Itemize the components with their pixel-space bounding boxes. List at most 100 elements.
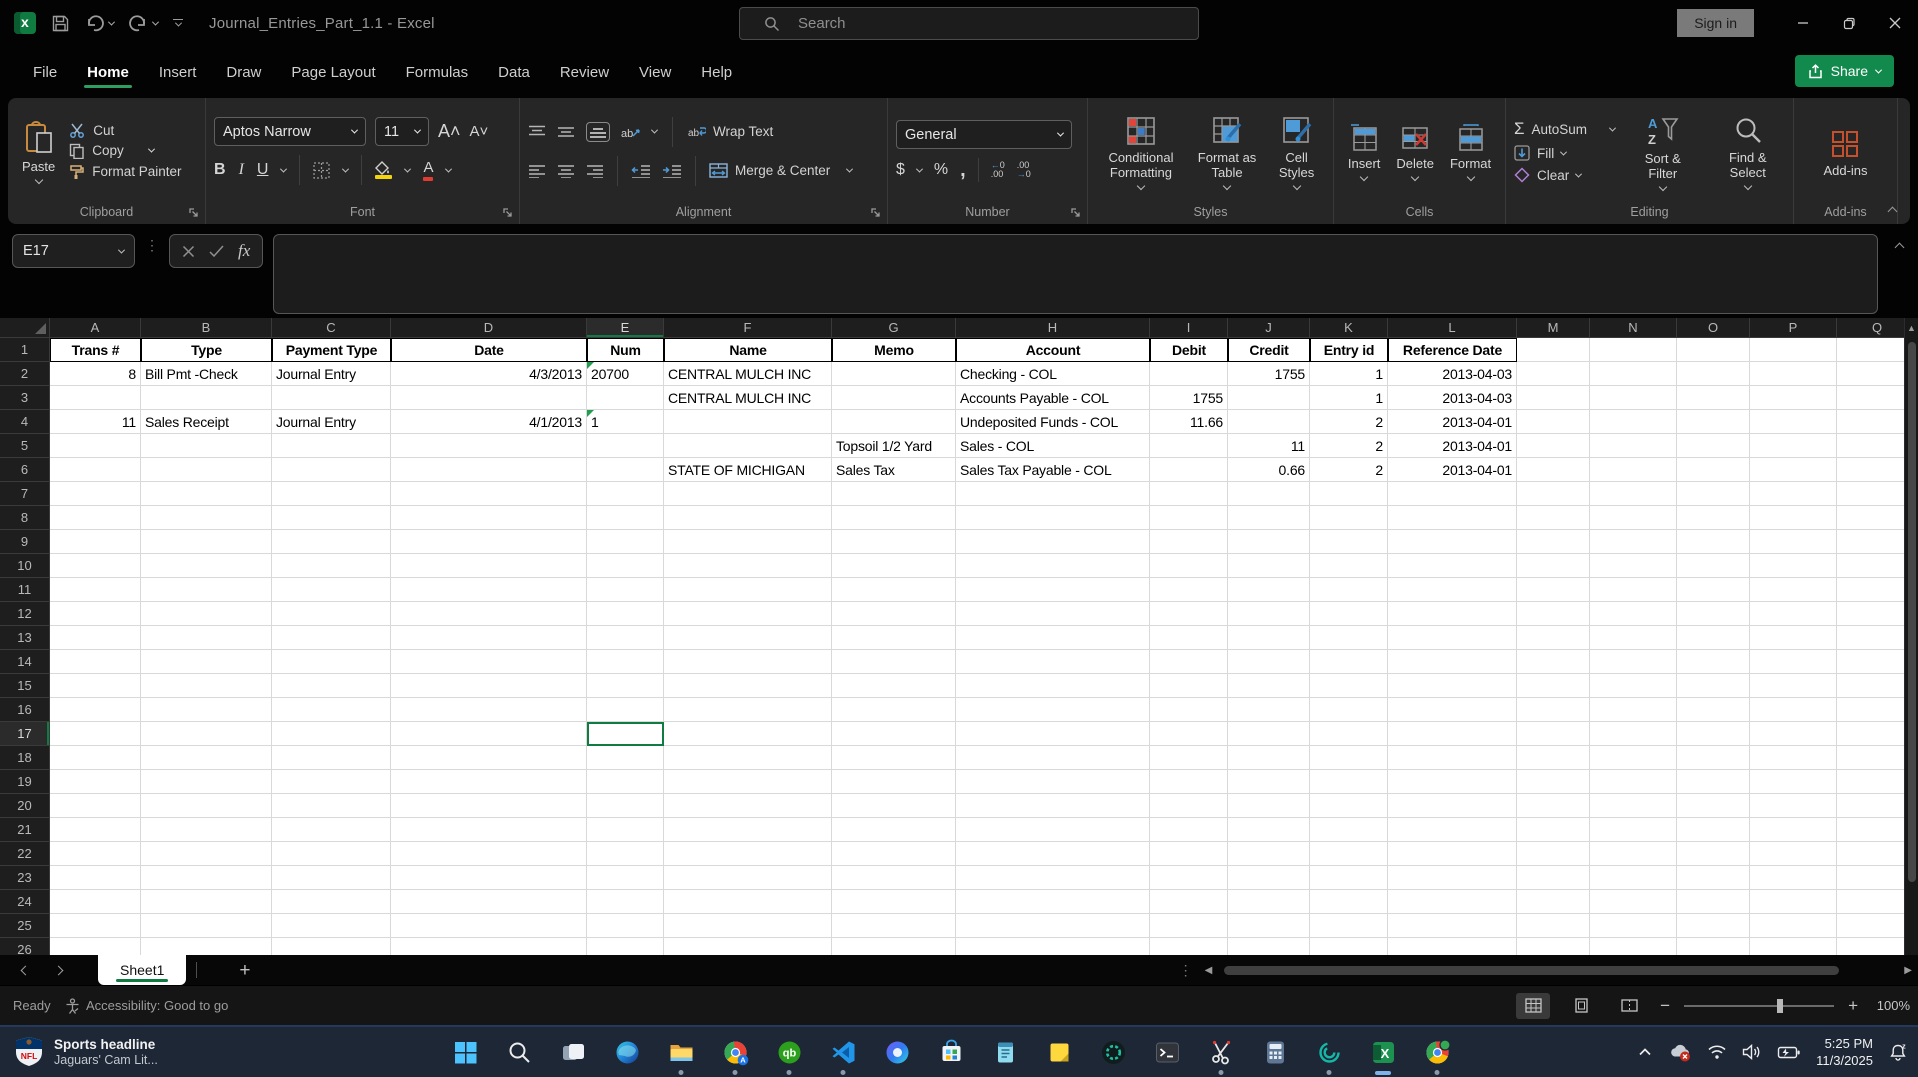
cell-C25[interactable]	[272, 914, 391, 938]
cell-C12[interactable]	[272, 602, 391, 626]
cell-L5[interactable]: 2013-04-01	[1388, 434, 1517, 458]
cancel-icon[interactable]	[182, 245, 195, 258]
cell-P21[interactable]	[1750, 818, 1837, 842]
cell-G15[interactable]	[832, 674, 956, 698]
cell-J11[interactable]	[1228, 578, 1310, 602]
align-middle-icon[interactable]	[557, 125, 575, 139]
cell-H13[interactable]	[956, 626, 1150, 650]
cell-C23[interactable]	[272, 866, 391, 890]
cell-B9[interactable]	[141, 530, 272, 554]
cell-I9[interactable]	[1150, 530, 1228, 554]
cell-N2[interactable]	[1590, 362, 1677, 386]
underline-icon[interactable]: U	[257, 161, 269, 179]
column-header-H[interactable]: H	[956, 318, 1150, 338]
taskbar-icon-copilot[interactable]	[870, 1027, 924, 1077]
cell-H18[interactable]	[956, 746, 1150, 770]
cell-P15[interactable]	[1750, 674, 1837, 698]
zoom-level[interactable]: 100%	[1872, 998, 1910, 1013]
cell-N4[interactable]	[1590, 410, 1677, 434]
cell-G19[interactable]	[832, 770, 956, 794]
cell-B18[interactable]	[141, 746, 272, 770]
taskbar-icon-quickbooks[interactable]: qb	[762, 1027, 816, 1077]
conditional-formatting-button[interactable]: Conditional Formatting	[1096, 110, 1186, 193]
cell-J15[interactable]	[1228, 674, 1310, 698]
font-dialog-launcher-icon[interactable]	[502, 207, 513, 218]
cell-A14[interactable]	[50, 650, 141, 674]
cell-I8[interactable]	[1150, 506, 1228, 530]
cell-J12[interactable]	[1228, 602, 1310, 626]
cell-H26[interactable]	[956, 938, 1150, 955]
cell-N22[interactable]	[1590, 842, 1677, 866]
previous-sheet-icon[interactable]	[21, 965, 31, 975]
cell-D21[interactable]	[391, 818, 587, 842]
cell-N3[interactable]	[1590, 386, 1677, 410]
decrease-decimal-icon[interactable]: .00→0	[1017, 161, 1031, 179]
cell-B12[interactable]	[141, 602, 272, 626]
cell-C3[interactable]	[272, 386, 391, 410]
cell-F6[interactable]: STATE OF MICHIGAN	[664, 458, 832, 482]
cell-D17[interactable]	[391, 722, 587, 746]
cell-O22[interactable]	[1677, 842, 1750, 866]
cell-G14[interactable]	[832, 650, 956, 674]
cell-C4[interactable]: Journal Entry	[272, 410, 391, 434]
collapse-formula-bar-chevron-icon[interactable]	[1894, 243, 1904, 253]
cell-N8[interactable]	[1590, 506, 1677, 530]
cell-P6[interactable]	[1750, 458, 1837, 482]
cell-H9[interactable]	[956, 530, 1150, 554]
column-header-O[interactable]: O	[1677, 318, 1750, 338]
cell-A25[interactable]	[50, 914, 141, 938]
cell-L24[interactable]	[1388, 890, 1517, 914]
cell-M2[interactable]	[1517, 362, 1590, 386]
cell-E20[interactable]	[587, 794, 664, 818]
cell-I10[interactable]	[1150, 554, 1228, 578]
cell-G5[interactable]: Topsoil 1/2 Yard	[832, 434, 956, 458]
cell-C7[interactable]	[272, 482, 391, 506]
cell-H14[interactable]	[956, 650, 1150, 674]
notifications-bell-icon[interactable]: z	[1888, 1042, 1908, 1062]
row-header-12[interactable]: 12	[0, 602, 50, 626]
cell-D26[interactable]	[391, 938, 587, 955]
taskbar-icon-search[interactable]	[492, 1027, 546, 1077]
volume-icon[interactable]	[1742, 1044, 1762, 1060]
cell-G24[interactable]	[832, 890, 956, 914]
cell-N9[interactable]	[1590, 530, 1677, 554]
cell-I2[interactable]	[1150, 362, 1228, 386]
cell-L17[interactable]	[1388, 722, 1517, 746]
cell-J18[interactable]	[1228, 746, 1310, 770]
cell-E5[interactable]	[587, 434, 664, 458]
cell-M26[interactable]	[1517, 938, 1590, 955]
taskbar-icon-calculator[interactable]	[1248, 1027, 1302, 1077]
taskbar-icon-swirl-app[interactable]	[1302, 1027, 1356, 1077]
cell-O10[interactable]	[1677, 554, 1750, 578]
cell-G20[interactable]	[832, 794, 956, 818]
cell-E19[interactable]	[587, 770, 664, 794]
cell-A1[interactable]: Trans #	[50, 338, 141, 362]
battery-charging-icon[interactable]	[1777, 1045, 1801, 1060]
clock[interactable]: 5:25 PM 11/3/2025	[1816, 1035, 1873, 1069]
cell-C10[interactable]	[272, 554, 391, 578]
cell-C15[interactable]	[272, 674, 391, 698]
cell-A17[interactable]	[50, 722, 141, 746]
cell-E1[interactable]: Num	[587, 338, 664, 362]
cell-B1[interactable]: Type	[141, 338, 272, 362]
vertical-scrollbar[interactable]: ▲	[1904, 318, 1918, 955]
cell-O23[interactable]	[1677, 866, 1750, 890]
cell-I7[interactable]	[1150, 482, 1228, 506]
onedrive-error-icon[interactable]	[1668, 1043, 1692, 1062]
cell-A15[interactable]	[50, 674, 141, 698]
cell-A9[interactable]	[50, 530, 141, 554]
cell-E25[interactable]	[587, 914, 664, 938]
cell-K2[interactable]: 1	[1310, 362, 1388, 386]
cell-N6[interactable]	[1590, 458, 1677, 482]
cell-M9[interactable]	[1517, 530, 1590, 554]
cell-B7[interactable]	[141, 482, 272, 506]
cell-B2[interactable]: Bill Pmt -Check	[141, 362, 272, 386]
font-name-select[interactable]: Aptos Narrow	[214, 117, 366, 146]
row-header-18[interactable]: 18	[0, 746, 50, 770]
cell-B21[interactable]	[141, 818, 272, 842]
cell-I5[interactable]	[1150, 434, 1228, 458]
cell-C11[interactable]	[272, 578, 391, 602]
cell-N16[interactable]	[1590, 698, 1677, 722]
cell-F24[interactable]	[664, 890, 832, 914]
cell-N18[interactable]	[1590, 746, 1677, 770]
